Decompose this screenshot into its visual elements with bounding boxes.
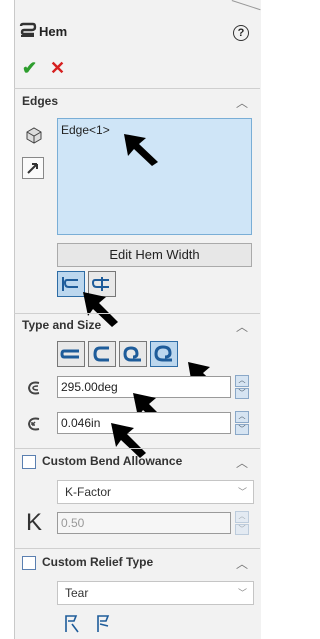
custom-relief-type-title[interactable]: Custom Relief Type [42, 555, 153, 569]
select-value: K-Factor [65, 485, 112, 499]
edge-selection-icon [24, 124, 44, 147]
edit-hem-width-button[interactable]: Edit Hem Width [57, 243, 252, 267]
dropdown-chevron-icon[interactable]: ﹀ [238, 582, 247, 604]
bend-allowance-type-select[interactable]: K-Factor ﹀ [57, 480, 254, 504]
divider [14, 448, 260, 449]
k-factor-stepper[interactable]: ︿ ﹀ [235, 511, 249, 535]
hem-type-buttons [57, 341, 178, 367]
collapse-chevron-icon[interactable]: ︿ [236, 94, 248, 111]
k-factor-label: K [26, 509, 43, 536]
flip-direction-icon[interactable] [22, 157, 44, 179]
tear-relief-icon[interactable] [62, 612, 82, 634]
hem-feature-icon [19, 22, 37, 43]
custom-bend-allowance-title[interactable]: Custom Bend Allowance [42, 454, 182, 468]
custom-relief-type-checkbox[interactable] [22, 556, 36, 570]
help-icon[interactable]: ? [233, 25, 249, 41]
list-item[interactable]: Edge<1> [61, 123, 110, 137]
feature-title: Hem [39, 24, 68, 39]
k-factor-field[interactable]: 0.50 [57, 512, 231, 534]
dropdown-chevron-icon[interactable]: ﹀ [238, 481, 247, 503]
divider [14, 88, 260, 89]
chevron-up-icon[interactable]: ︿ [235, 511, 249, 523]
chevron-up-icon[interactable]: ︿ [235, 411, 249, 423]
edges-section-title[interactable]: Edges [22, 94, 58, 108]
chevron-down-icon[interactable]: ﹀ [235, 387, 249, 399]
cancel-button[interactable]: ✕ [50, 58, 65, 79]
select-value: Tear [65, 586, 89, 600]
divider [14, 313, 260, 314]
collapse-chevron-icon[interactable]: ︿ [236, 555, 248, 572]
relief-type-select[interactable]: Tear ﹀ [57, 581, 254, 605]
radius-stepper[interactable]: ︿ ﹀ [235, 411, 249, 435]
chevron-down-icon[interactable]: ﹀ [235, 423, 249, 435]
chevron-down-icon[interactable]: ﹀ [235, 523, 249, 535]
open-hem-button[interactable] [88, 341, 116, 367]
divider [14, 548, 260, 549]
rolled-hem-button[interactable] [150, 341, 178, 367]
ok-button[interactable]: ✔ [22, 58, 37, 79]
relief-option-buttons [62, 612, 114, 634]
callout-arrow-icon [124, 134, 158, 166]
angle-icon [24, 378, 44, 401]
tear-drop-hem-button[interactable] [119, 341, 147, 367]
collapse-chevron-icon[interactable]: ︿ [236, 454, 248, 471]
collapse-chevron-icon[interactable]: ︿ [236, 318, 248, 335]
radius-icon [24, 414, 44, 437]
closed-hem-button[interactable] [57, 341, 85, 367]
type-size-section-title[interactable]: Type and Size [22, 318, 101, 332]
custom-bend-allowance-checkbox[interactable] [22, 455, 36, 469]
angle-stepper[interactable]: ︿ ﹀ [235, 375, 249, 399]
tear-relief-alt-icon[interactable] [94, 612, 114, 634]
chevron-up-icon[interactable]: ︿ [235, 375, 249, 387]
